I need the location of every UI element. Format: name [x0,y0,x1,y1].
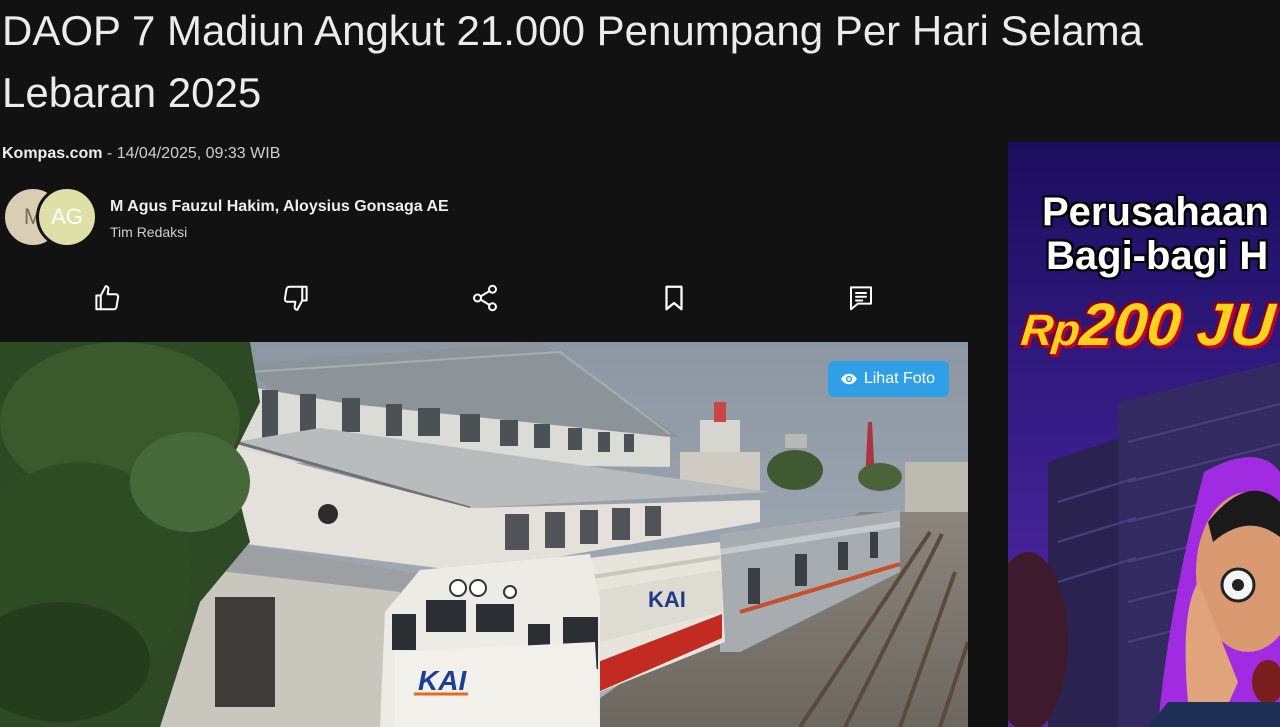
ad-amount-value: 200 JU [1077,291,1278,358]
like-button[interactable] [87,278,127,318]
view-photo-button[interactable]: Lihat Foto [827,361,949,397]
comment-icon [850,286,872,311]
locomotive-kai-logo: KAI [418,665,467,696]
comment-button[interactable] [841,278,881,318]
author-names[interactable]: M Agus Fauzul Hakim, Aloysius Gonsaga AE [110,198,449,216]
bookmark-icon [665,285,683,311]
meta-separator: - [102,145,117,162]
eye-icon [840,373,857,385]
thumbs-up-icon [95,285,120,311]
author-team: Tim Redaksi [110,224,188,240]
thumbs-down-icon [283,285,308,311]
ad-headline-line2: Bagi-bagi H [1046,234,1269,278]
share-icon [473,284,497,312]
train-photo-illustration: KAI KAI [0,342,968,727]
source-link[interactable]: Kompas.com [2,145,102,162]
article-actions [0,278,968,318]
article-photo[interactable]: KAI KAI Lihat Foto [0,342,968,727]
carriage-kai-logo: KAI [648,587,686,612]
article-title-line2: Lebaran 2025 [2,69,262,116]
article-title-line1: DAOP 7 Madiun Angkut 21.000 Penumpang Pe… [2,7,1143,54]
author-avatar-2[interactable]: AG [36,186,98,248]
article-meta: Kompas.com - 14/04/2025, 09:33 WIB [2,143,280,165]
article-page: DAOP 7 Madiun Angkut 21.000 Penumpang Pe… [0,0,1280,727]
article-title: DAOP 7 Madiun Angkut 21.000 Penumpang Pe… [2,0,1277,124]
publish-date: 14/04/2025, 09:33 WIB [116,145,281,162]
ad-headline-line1: Perusahaan [1042,190,1269,234]
dislike-button[interactable] [276,278,316,318]
bookmark-button[interactable] [654,278,694,318]
ad-amount: Rp200 JU [1018,290,1278,359]
sidebar-ad[interactable]: Perusahaan Bagi-bagi H Rp200 JU [1008,142,1280,727]
ad-amount-prefix: Rp [1018,306,1083,355]
view-photo-label: Lihat Foto [863,370,935,387]
share-button[interactable] [465,278,505,318]
